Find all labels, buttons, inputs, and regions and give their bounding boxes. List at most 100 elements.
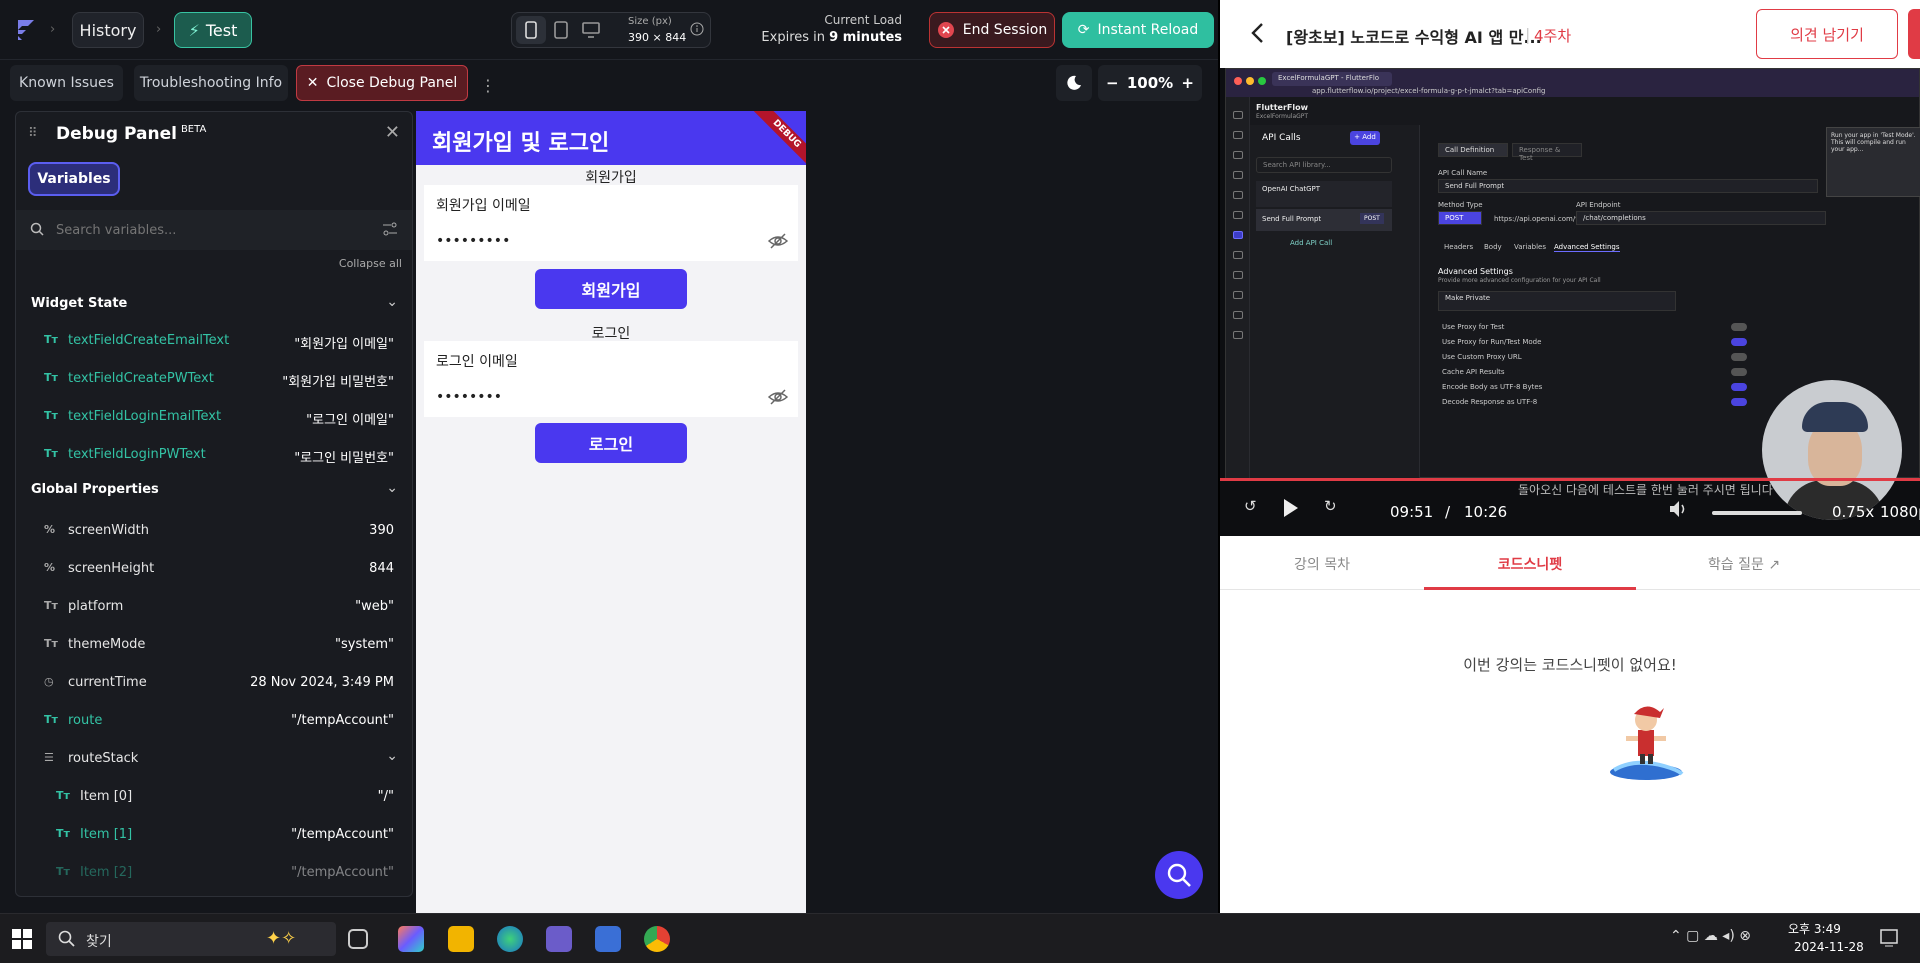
variable-row[interactable]: Tт route "/tempAccount"	[16, 702, 412, 740]
debug-ribbon: DEBUG	[752, 111, 806, 169]
text-type-icon: Tт	[56, 789, 70, 802]
route-item-row[interactable]: Tт Item [1] "/tempAccount"	[16, 816, 412, 854]
dark-mode-toggle[interactable]	[1056, 65, 1092, 101]
ff-sidebar	[1226, 97, 1250, 479]
variable-row[interactable]: % screenHeight 844	[16, 550, 412, 588]
video-controls: ↺ ↻ 09:51 / 10:26 돌아오신 다음에 테스트를 한번 눌러 주시…	[1220, 481, 1920, 536]
chevron-down-icon[interactable]: ⌄	[386, 748, 398, 764]
lecture-header: [왕초보] 노코드로 수익형 AI 앱 만... | 4주차 의견 남기기	[1220, 0, 1920, 68]
test-label: Test	[205, 20, 238, 40]
variables-tab[interactable]: Variables	[28, 162, 120, 196]
back-arrow-icon[interactable]	[1250, 22, 1264, 44]
next-button-edge[interactable]	[1908, 9, 1920, 59]
chevron-down-icon[interactable]: ⌄	[386, 480, 398, 496]
login-email-field[interactable]: 로그인 이메일	[424, 341, 798, 379]
tablet-device-icon[interactable]	[546, 16, 576, 44]
make-private-row: Make Private	[1438, 291, 1676, 311]
chrome-icon[interactable]	[644, 926, 670, 952]
breadcrumb-chevron-icon: ›	[50, 22, 56, 37]
instant-reload-button[interactable]: ⟳ Instant Reload	[1062, 12, 1214, 48]
search-input[interactable]	[56, 218, 356, 242]
refresh-icon: ⟳	[1077, 22, 1090, 38]
variable-row[interactable]: Tт platform "web"	[16, 588, 412, 626]
signup-button[interactable]: 회원가입	[535, 269, 687, 309]
desktop-device-icon[interactable]	[576, 16, 606, 44]
volume-icon[interactable]	[1668, 499, 1690, 519]
current-load-label: Current Load	[824, 13, 902, 27]
tab-curriculum[interactable]: 강의 목차	[1220, 554, 1424, 574]
info-icon[interactable]	[690, 22, 704, 36]
zoom-out-icon[interactable]: −	[1106, 74, 1119, 92]
tab-code-snippets[interactable]: 코드스니펫	[1424, 554, 1636, 574]
rewind-10-icon[interactable]: ↺	[1244, 497, 1257, 515]
close-debug-panel-button[interactable]: ✕ Close Debug Panel	[296, 65, 468, 101]
toggle	[1731, 353, 1747, 361]
variable-row[interactable]: % screenWidth 390	[16, 512, 412, 550]
notification-icon[interactable]	[1880, 929, 1898, 947]
file-explorer-icon[interactable]	[448, 926, 474, 952]
system-tray[interactable]: ⌃ ▢ ☁ ◂) ⊗	[1670, 928, 1751, 944]
eye-off-icon[interactable]	[768, 233, 788, 249]
login-button[interactable]: 로그인	[535, 423, 687, 463]
taskbar-search[interactable]: 찾기 ✦✧	[46, 922, 336, 956]
task-view-icon[interactable]	[348, 929, 368, 949]
volume-slider[interactable]	[1712, 511, 1802, 515]
inspector-fab[interactable]	[1155, 851, 1203, 899]
edge-browser-icon[interactable]	[497, 926, 523, 952]
variable-row[interactable]: Tт textFieldLoginPWText "로그인 비밀번호"	[16, 436, 412, 474]
clock-icon: ◷	[44, 675, 54, 688]
setting-label: Use Custom Proxy URL	[1442, 353, 1522, 361]
text-type-icon: Tт	[44, 599, 58, 612]
app-title: 회원가입 및 로그인	[432, 131, 610, 156]
number-type-icon: %	[44, 561, 56, 574]
variable-row[interactable]: Tт textFieldCreateEmailText "회원가입 이메일"	[16, 322, 412, 360]
more-options-icon[interactable]: ⋮	[480, 76, 496, 95]
tab-questions[interactable]: 학습 질문 ↗	[1636, 554, 1852, 574]
close-icon[interactable]: ✕	[385, 122, 400, 143]
test-mode-button[interactable]: ⚡ Test	[174, 12, 252, 48]
setting-label: Use Proxy for Test	[1442, 323, 1505, 331]
phone-device-icon[interactable]	[516, 16, 546, 44]
app-icon[interactable]	[546, 926, 572, 952]
magnifier-icon	[1167, 863, 1191, 887]
known-issues-button[interactable]: Known Issues	[10, 65, 123, 101]
play-icon[interactable]	[1282, 497, 1300, 519]
variable-row[interactable]: Tт textFieldCreatePWText "회원가입 비밀번호"	[16, 360, 412, 398]
copilot-icon[interactable]	[398, 926, 424, 952]
video-player[interactable]: ExcelFormulaGPT - FlutterFlo app.flutter…	[1220, 68, 1920, 536]
collapse-all-link[interactable]: Collapse all	[339, 257, 402, 270]
login-password-field[interactable]: ••••••••	[424, 379, 798, 417]
forward-10-icon[interactable]: ↻	[1324, 497, 1337, 515]
flutterflow-logo-icon[interactable]	[10, 14, 42, 46]
title-separator: |	[1525, 25, 1531, 44]
headers-tab: Headers	[1444, 243, 1474, 251]
variable-row[interactable]: Tт themeMode "system"	[16, 626, 412, 664]
route-item-row[interactable]: Tт Item [0] "/"	[16, 778, 412, 816]
drag-handle-icon[interactable]: ⠿	[28, 126, 38, 141]
microsoft-store-icon[interactable]	[595, 926, 621, 952]
signup-email-field[interactable]: 회원가입 이메일	[424, 185, 798, 223]
zoom-level: 100%	[1126, 74, 1174, 92]
variable-row[interactable]: Tт textFieldLoginEmailText "로그인 이메일"	[16, 398, 412, 436]
filter-icon[interactable]	[382, 222, 398, 236]
end-session-button[interactable]: End Session	[929, 12, 1055, 48]
variable-row[interactable]: ◷ currentTime 28 Nov 2024, 3:49 PM	[16, 664, 412, 702]
route-item-row[interactable]: Tт Item [2] "/tempAccount"	[16, 854, 412, 892]
variable-row[interactable]: ☰ routeStack ⌄	[16, 740, 412, 778]
playback-speed[interactable]: 0.75x	[1832, 503, 1874, 521]
debug-panel: ⠿ Debug PanelBETA ✕ Variables Collapse a…	[15, 111, 413, 897]
signup-password-field[interactable]: •••••••••	[424, 223, 798, 261]
windows-start-icon[interactable]	[12, 929, 32, 949]
text-type-icon: Tт	[44, 447, 58, 460]
eye-off-icon[interactable]	[768, 389, 788, 405]
video-quality[interactable]: 1080p	[1880, 503, 1920, 521]
taskbar-search-text: 찾기	[86, 934, 112, 950]
zoom-in-icon[interactable]: +	[1181, 74, 1194, 92]
leave-feedback-button[interactable]: 의견 남기기	[1756, 9, 1898, 59]
api-group: OpenAI ChatGPT	[1256, 181, 1392, 207]
troubleshooting-info-button[interactable]: Troubleshooting Info	[134, 65, 288, 101]
nav-icon	[1233, 271, 1243, 279]
windows-taskbar: 찾기 ✦✧ ⌃ ▢ ☁ ◂) ⊗ 오후 3:49 2024-11-28	[0, 913, 1920, 963]
history-button[interactable]: History	[72, 12, 144, 48]
chevron-down-icon[interactable]: ⌄	[386, 294, 398, 310]
